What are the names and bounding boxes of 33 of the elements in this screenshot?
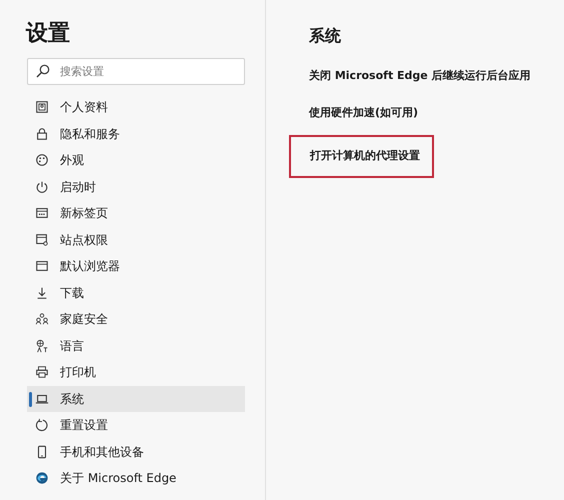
- setting-link[interactable]: 打开计算机的代理设置: [289, 135, 434, 178]
- selection-indicator: [29, 392, 32, 406]
- sidebar-item[interactable]: 系统: [27, 386, 245, 412]
- edge-logo-icon: [35, 470, 49, 486]
- sidebar-item[interactable]: 重置设置: [27, 412, 245, 438]
- palette-icon: [35, 152, 49, 168]
- reset-icon: [35, 417, 49, 434]
- sidebar-item[interactable]: 个人资料: [27, 94, 245, 120]
- lock-icon: [35, 126, 49, 142]
- profile-icon: [35, 99, 49, 116]
- section-title: 系统: [309, 25, 341, 47]
- sidebar-item[interactable]: 外观: [27, 147, 245, 174]
- settings-title: 设置: [26, 20, 70, 48]
- sidebar-item[interactable]: 新标签页: [27, 200, 245, 226]
- search-icon: [36, 64, 50, 78]
- sidebar-item[interactable]: 下载: [27, 280, 245, 306]
- sidebar-item[interactable]: 语言: [27, 332, 245, 359]
- setting-link[interactable]: 使用硬件加速(如可用): [307, 94, 420, 131]
- sidebar-item[interactable]: 隐私和服务: [27, 120, 245, 147]
- sidebar-item[interactable]: 打印机: [27, 359, 245, 386]
- language-icon: [35, 338, 49, 354]
- sidebar-item[interactable]: 手机和其他设备: [27, 438, 245, 465]
- sidebar-item[interactable]: 启动时: [27, 174, 245, 200]
- sidebar-item[interactable]: 默认浏览器: [27, 253, 245, 280]
- site-permissions-icon: [35, 232, 49, 248]
- search-field[interactable]: 搜索设置: [27, 58, 245, 85]
- sidebar-item[interactable]: 家庭安全: [27, 306, 245, 332]
- sidebar-item[interactable]: 关于 Microsoft Edge: [27, 465, 245, 492]
- sidebar-item[interactable]: 站点权限: [27, 226, 245, 253]
- printer-icon: [35, 364, 49, 380]
- setting-link[interactable]: 关闭 Microsoft Edge 后继续运行后台应用: [307, 58, 533, 94]
- people-icon: [35, 311, 49, 328]
- phone-icon: [35, 444, 49, 460]
